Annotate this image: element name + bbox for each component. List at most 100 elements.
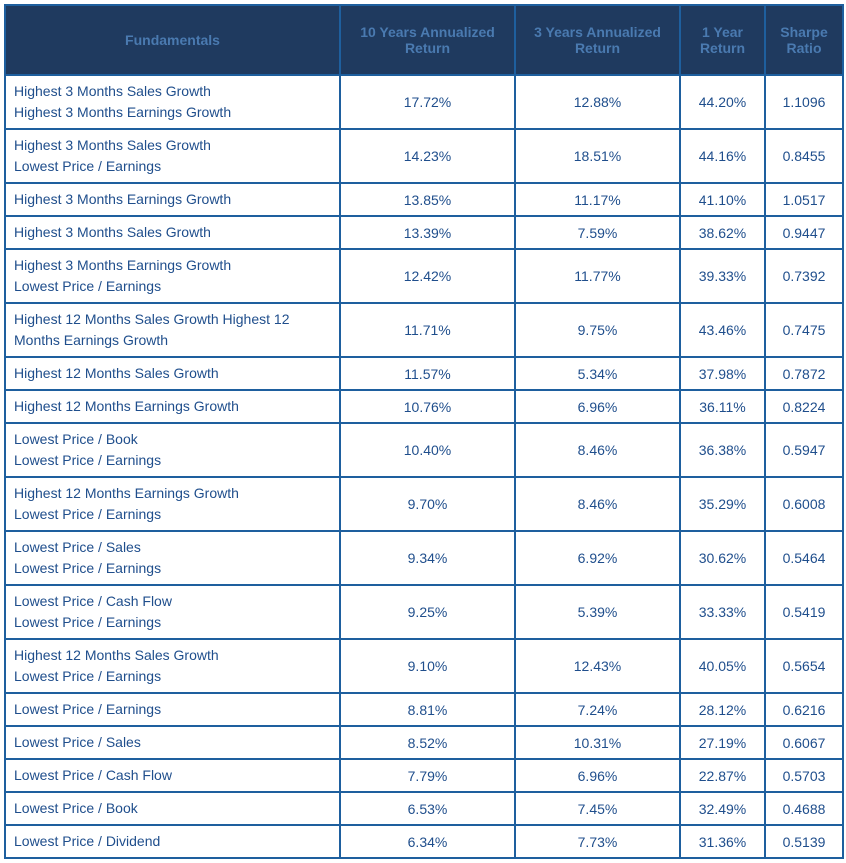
row-one_year: 41.10% (680, 183, 765, 216)
row-sharpe: 0.9447 (765, 216, 843, 249)
row-three_year: 6.96% (515, 390, 680, 423)
row-three_year: 5.34% (515, 357, 680, 390)
row-one_year: 38.62% (680, 216, 765, 249)
table-row: Highest 12 Months Earnings GrowthLowest … (5, 477, 843, 531)
row-sharpe: 0.8224 (765, 390, 843, 423)
row-one_year: 27.19% (680, 726, 765, 759)
row-ten_year: 14.23% (340, 129, 515, 183)
row-label: Highest 3 Months Sales GrowthHighest 3 M… (5, 75, 340, 129)
row-ten_year: 10.76% (340, 390, 515, 423)
row-one_year: 35.29% (680, 477, 765, 531)
row-label: Highest 12 Months Sales GrowthLowest Pri… (5, 639, 340, 693)
row-three_year: 7.24% (515, 693, 680, 726)
row-one_year: 44.20% (680, 75, 765, 129)
row-sharpe: 0.5419 (765, 585, 843, 639)
row-three_year: 5.39% (515, 585, 680, 639)
row-three_year: 7.45% (515, 792, 680, 825)
row-ten_year: 9.25% (340, 585, 515, 639)
row-three_year: 11.77% (515, 249, 680, 303)
row-label: Lowest Price / Sales (5, 726, 340, 759)
row-ten_year: 13.39% (340, 216, 515, 249)
header-1y: 1 Year Return (680, 5, 765, 75)
row-sharpe: 0.5139 (765, 825, 843, 858)
row-one_year: 36.11% (680, 390, 765, 423)
row-one_year: 40.05% (680, 639, 765, 693)
table-row: Highest 12 Months Sales GrowthLowest Pri… (5, 639, 843, 693)
table-row: Lowest Price / Dividend6.34%7.73%31.36%0… (5, 825, 843, 858)
table-row: Highest 3 Months Sales GrowthLowest Pric… (5, 129, 843, 183)
row-label: Lowest Price / Earnings (5, 693, 340, 726)
row-sharpe: 0.7872 (765, 357, 843, 390)
row-label: Highest 3 Months Sales Growth (5, 216, 340, 249)
header-3y: 3 Years Annualized Return (515, 5, 680, 75)
table-row: Lowest Price / Cash FlowLowest Price / E… (5, 585, 843, 639)
row-sharpe: 1.0517 (765, 183, 843, 216)
row-sharpe: 0.5947 (765, 423, 843, 477)
header-sharpe: Sharpe Ratio (765, 5, 843, 75)
row-one_year: 32.49% (680, 792, 765, 825)
row-label: Lowest Price / Dividend (5, 825, 340, 858)
row-label: Lowest Price / Book (5, 792, 340, 825)
row-three_year: 11.17% (515, 183, 680, 216)
row-ten_year: 13.85% (340, 183, 515, 216)
table-row: Highest 3 Months Earnings GrowthLowest P… (5, 249, 843, 303)
row-ten_year: 8.81% (340, 693, 515, 726)
row-three_year: 6.92% (515, 531, 680, 585)
table-row: Highest 3 Months Sales GrowthHighest 3 M… (5, 75, 843, 129)
row-label: Lowest Price / Cash Flow (5, 759, 340, 792)
table-row: Highest 12 Months Sales Growth11.57%5.34… (5, 357, 843, 390)
row-sharpe: 0.8455 (765, 129, 843, 183)
row-one_year: 33.33% (680, 585, 765, 639)
row-label: Highest 12 Months Sales Growth (5, 357, 340, 390)
row-sharpe: 0.5654 (765, 639, 843, 693)
row-sharpe: 0.7392 (765, 249, 843, 303)
row-ten_year: 9.34% (340, 531, 515, 585)
row-three_year: 18.51% (515, 129, 680, 183)
row-sharpe: 1.1096 (765, 75, 843, 129)
header-10y: 10 Years Annualized Return (340, 5, 515, 75)
header-fundamentals: Fundamentals (5, 5, 340, 75)
row-ten_year: 8.52% (340, 726, 515, 759)
row-label: Highest 12 Months Earnings Growth (5, 390, 340, 423)
row-ten_year: 6.34% (340, 825, 515, 858)
row-three_year: 10.31% (515, 726, 680, 759)
row-three_year: 7.73% (515, 825, 680, 858)
row-one_year: 37.98% (680, 357, 765, 390)
row-three_year: 6.96% (515, 759, 680, 792)
table-row: Lowest Price / Sales8.52%10.31%27.19%0.6… (5, 726, 843, 759)
header-row: Fundamentals 10 Years Annualized Return … (5, 5, 843, 75)
row-label: Lowest Price / Cash FlowLowest Price / E… (5, 585, 340, 639)
row-sharpe: 0.6216 (765, 693, 843, 726)
row-ten_year: 12.42% (340, 249, 515, 303)
table-row: Lowest Price / Book6.53%7.45%32.49%0.468… (5, 792, 843, 825)
row-three_year: 9.75% (515, 303, 680, 357)
row-one_year: 28.12% (680, 693, 765, 726)
row-ten_year: 7.79% (340, 759, 515, 792)
row-one_year: 22.87% (680, 759, 765, 792)
row-label: Highest 3 Months Earnings Growth (5, 183, 340, 216)
table-row: Highest 12 Months Earnings Growth10.76%6… (5, 390, 843, 423)
row-label: Lowest Price / SalesLowest Price / Earni… (5, 531, 340, 585)
row-three_year: 8.46% (515, 423, 680, 477)
row-one_year: 30.62% (680, 531, 765, 585)
table-row: Highest 3 Months Earnings Growth13.85%11… (5, 183, 843, 216)
row-three_year: 12.88% (515, 75, 680, 129)
row-label: Lowest Price / BookLowest Price / Earnin… (5, 423, 340, 477)
row-label: Highest 12 Months Earnings GrowthLowest … (5, 477, 340, 531)
table-row: Lowest Price / SalesLowest Price / Earni… (5, 531, 843, 585)
table-row: Highest 3 Months Sales Growth13.39%7.59%… (5, 216, 843, 249)
fundamentals-table: Fundamentals 10 Years Annualized Return … (4, 4, 844, 859)
row-ten_year: 10.40% (340, 423, 515, 477)
row-three_year: 7.59% (515, 216, 680, 249)
row-three_year: 8.46% (515, 477, 680, 531)
row-ten_year: 6.53% (340, 792, 515, 825)
table-row: Lowest Price / Earnings8.81%7.24%28.12%0… (5, 693, 843, 726)
row-sharpe: 0.5703 (765, 759, 843, 792)
row-one_year: 44.16% (680, 129, 765, 183)
row-one_year: 36.38% (680, 423, 765, 477)
row-label: Highest 3 Months Earnings GrowthLowest P… (5, 249, 340, 303)
row-ten_year: 9.10% (340, 639, 515, 693)
row-sharpe: 0.5464 (765, 531, 843, 585)
row-sharpe: 0.4688 (765, 792, 843, 825)
table-row: Highest 12 Months Sales Growth Highest 1… (5, 303, 843, 357)
